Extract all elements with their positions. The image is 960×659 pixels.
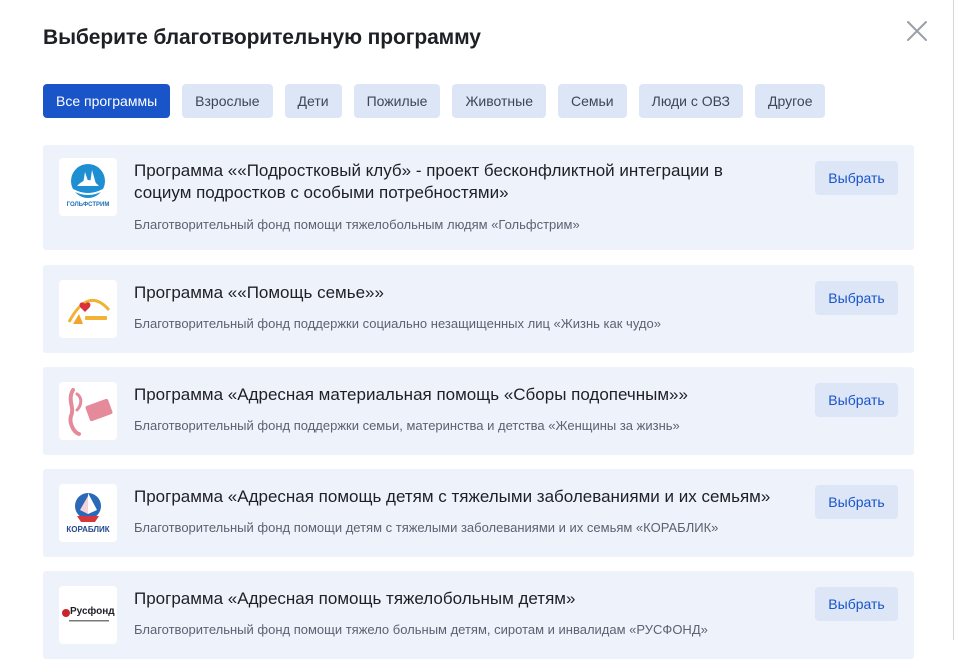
filter-chip-adults[interactable]: Взрослые (182, 84, 273, 118)
select-button[interactable]: Выбрать (815, 587, 898, 621)
program-title: Программа ««Помощь семье»» (134, 283, 384, 302)
golfstrim-logo-text: ГОЛЬФСТРИМ (66, 202, 110, 208)
category-filters: Все программы Взрослые Дети Пожилые Живо… (43, 84, 826, 118)
zhenshchiny-za-zhizn-logo (59, 382, 117, 440)
program-title: Программа ««Подростковый клуб» - проект … (134, 161, 723, 202)
program-title: Программа «Адресная материальная помощь … (134, 385, 688, 404)
filter-chip-other[interactable]: Другое (755, 84, 826, 118)
program-org: Благотворительный фонд помощи тяжелоболь… (134, 217, 580, 232)
select-button[interactable]: Выбрать (815, 281, 898, 315)
filter-chip-disabled[interactable]: Люди с ОВЗ (638, 84, 743, 118)
select-button[interactable]: Выбрать (815, 161, 898, 195)
zhizn-kak-chudo-logo-graphic (67, 298, 111, 324)
korablik-logo: КОРАБЛИК (59, 484, 117, 542)
close-icon (907, 21, 927, 41)
select-button[interactable]: Выбрать (815, 485, 898, 519)
program-card: Программа «Адресная материальная помощь … (43, 367, 914, 455)
filter-chip-children[interactable]: Дети (284, 84, 342, 118)
modal-title: Выберите благотворительную программу (43, 26, 481, 49)
program-card: Русфонд Программа «Адресная помощь тяжел… (43, 571, 914, 659)
zhizn-kak-chudo-logo (59, 280, 117, 338)
close-button[interactable] (900, 14, 934, 48)
filter-chip-animals[interactable]: Животные (452, 84, 546, 118)
filter-chip-elderly[interactable]: Пожилые (353, 84, 441, 118)
filter-chip-families[interactable]: Семьи (557, 84, 627, 118)
filter-chip-all[interactable]: Все программы (43, 84, 171, 118)
program-title: Программа «Адресная помощь детям с тяжел… (134, 487, 771, 506)
zhenshchiny-za-zhizn-logo-graphic (68, 388, 113, 436)
golfstrim-logo: ГОЛЬФСТРИМ (59, 158, 117, 216)
program-card: КОРАБЛИК Программа «Адресная помощь детя… (43, 469, 914, 557)
select-button[interactable]: Выбрать (815, 383, 898, 417)
program-org: Благотворительный фонд помощи тяжело бол… (134, 622, 708, 637)
korablik-logo-text: КОРАБЛИК (66, 525, 110, 534)
program-org: Благотворительный фонд поддержки семьи, … (134, 418, 680, 433)
program-org: Благотворительный фонд поддержки социаль… (134, 316, 661, 331)
program-title: Программа «Адресная помощь тяжелобольным… (134, 589, 576, 608)
program-card: ГОЛЬФСТРИМ Программа ««Подростковый клуб… (43, 145, 914, 250)
program-org: Благотворительный фонд помощи детям с тя… (134, 520, 719, 535)
window-edge-divider (953, 0, 954, 640)
rusfond-logo-text: Русфонд (70, 606, 115, 617)
program-card: Программа ««Помощь семье»» Благотворител… (43, 265, 914, 353)
rusfond-logo: Русфонд (59, 586, 117, 644)
